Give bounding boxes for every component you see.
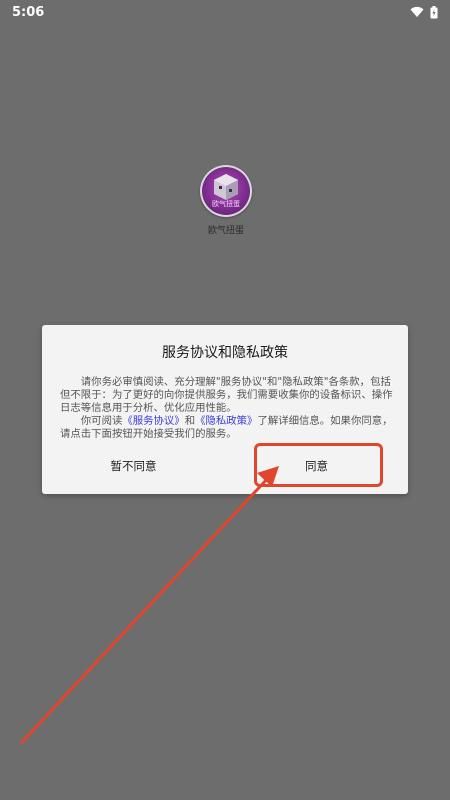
- service-agreement-link[interactable]: 《服务协议》: [122, 415, 184, 427]
- dialog-paragraph-1: 请你务必审慎阅读、充分理解"服务协议"和"隐私政策"各条款，包括但不限于：为了更…: [60, 376, 393, 414]
- cube-icon: [214, 174, 238, 200]
- battery-icon: [430, 5, 438, 18]
- wifi-icon: [410, 6, 424, 17]
- app-launcher-item[interactable]: 欧气扭蛋 欧气扭蛋: [198, 165, 254, 241]
- app-icon-text: 欧气扭蛋: [212, 200, 240, 208]
- dialog-body: 请你务必审慎阅读、充分理解"服务协议"和"隐私政策"各条款，包括但不限于：为了更…: [60, 376, 396, 441]
- app-name: 欧气扭蛋: [207, 226, 244, 236]
- privacy-policy-link[interactable]: 《隐私政策》: [195, 415, 257, 427]
- status-time: 5:06: [12, 4, 45, 20]
- status-icons: [410, 5, 438, 19]
- decline-button[interactable]: 暂不同意: [42, 454, 225, 478]
- dialog-title: 服务协议和隐私政策: [162, 345, 288, 361]
- dialog-paragraph-2: 你可阅读《服务协议》和《隐私政策》了解详细信息。如果你同意，请点击下面按钮开始接…: [60, 415, 396, 441]
- status-bar: 5:06: [0, 0, 450, 24]
- highlight-box: [254, 443, 383, 487]
- para2-prefix: 你可阅读: [80, 415, 123, 427]
- para2-and: 和: [184, 415, 196, 427]
- app-icon: 欧气扭蛋: [200, 165, 252, 217]
